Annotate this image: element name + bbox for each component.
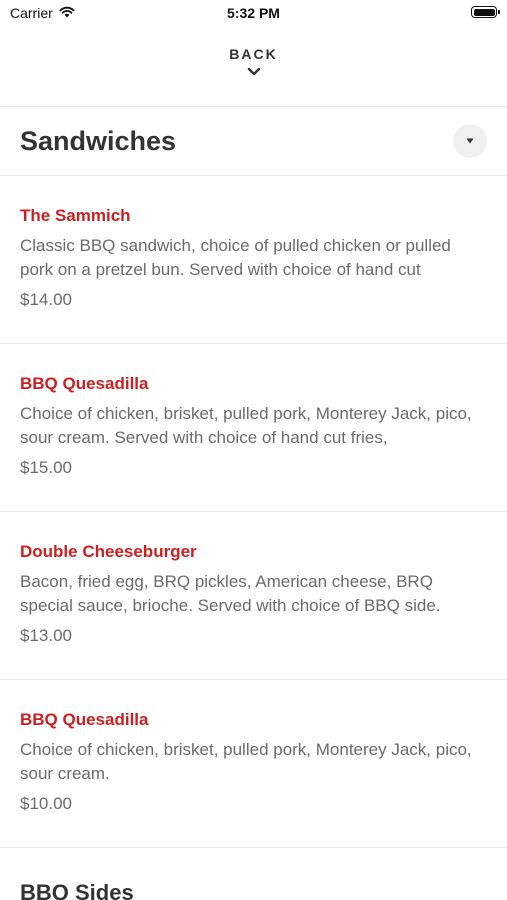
item-price: $15.00 — [20, 458, 72, 477]
back-label: BACK — [229, 46, 278, 62]
item-description: Classic BBQ sandwich, choice of pulled c… — [20, 236, 451, 279]
menu-item[interactable]: BBQ Quesadilla Choice of chicken, briske… — [0, 680, 507, 848]
menu-item[interactable]: The Sammich Classic BBQ sandwich, choice… — [0, 176, 507, 344]
item-description: Bacon, fried egg, BRQ pickles, American … — [20, 572, 441, 615]
status-time: 5:32 PM — [227, 5, 280, 21]
section-title: Sandwiches — [20, 125, 177, 156]
item-description: Choice of chicken, brisket, pulled pork,… — [20, 740, 472, 783]
menu-item[interactable]: BBQ Quesadilla Choice of chicken, briske… — [0, 344, 507, 512]
item-name: The Sammich — [20, 206, 131, 225]
section-collapse-button[interactable] — [453, 124, 487, 158]
next-section-title: BBQ Sides — [20, 880, 134, 900]
caret-down-icon — [466, 138, 474, 144]
back-button[interactable]: BACK — [0, 28, 507, 107]
battery-icon — [471, 6, 500, 18]
item-price: $10.00 — [20, 794, 72, 813]
chevron-down-icon — [247, 64, 261, 82]
item-price: $13.00 — [20, 626, 72, 645]
item-name: BBQ Quesadilla — [20, 710, 149, 729]
item-name: BBQ Quesadilla — [20, 374, 149, 393]
status-bar: Carrier 5:32 PM — [0, 0, 507, 28]
item-name: Double Cheeseburger — [20, 542, 197, 561]
section-header: Sandwiches — [0, 107, 507, 176]
item-price: $14.00 — [20, 290, 72, 309]
menu-item[interactable]: Double Cheeseburger Bacon, fried egg, BR… — [0, 512, 507, 680]
item-description: Choice of chicken, brisket, pulled pork,… — [20, 404, 472, 447]
